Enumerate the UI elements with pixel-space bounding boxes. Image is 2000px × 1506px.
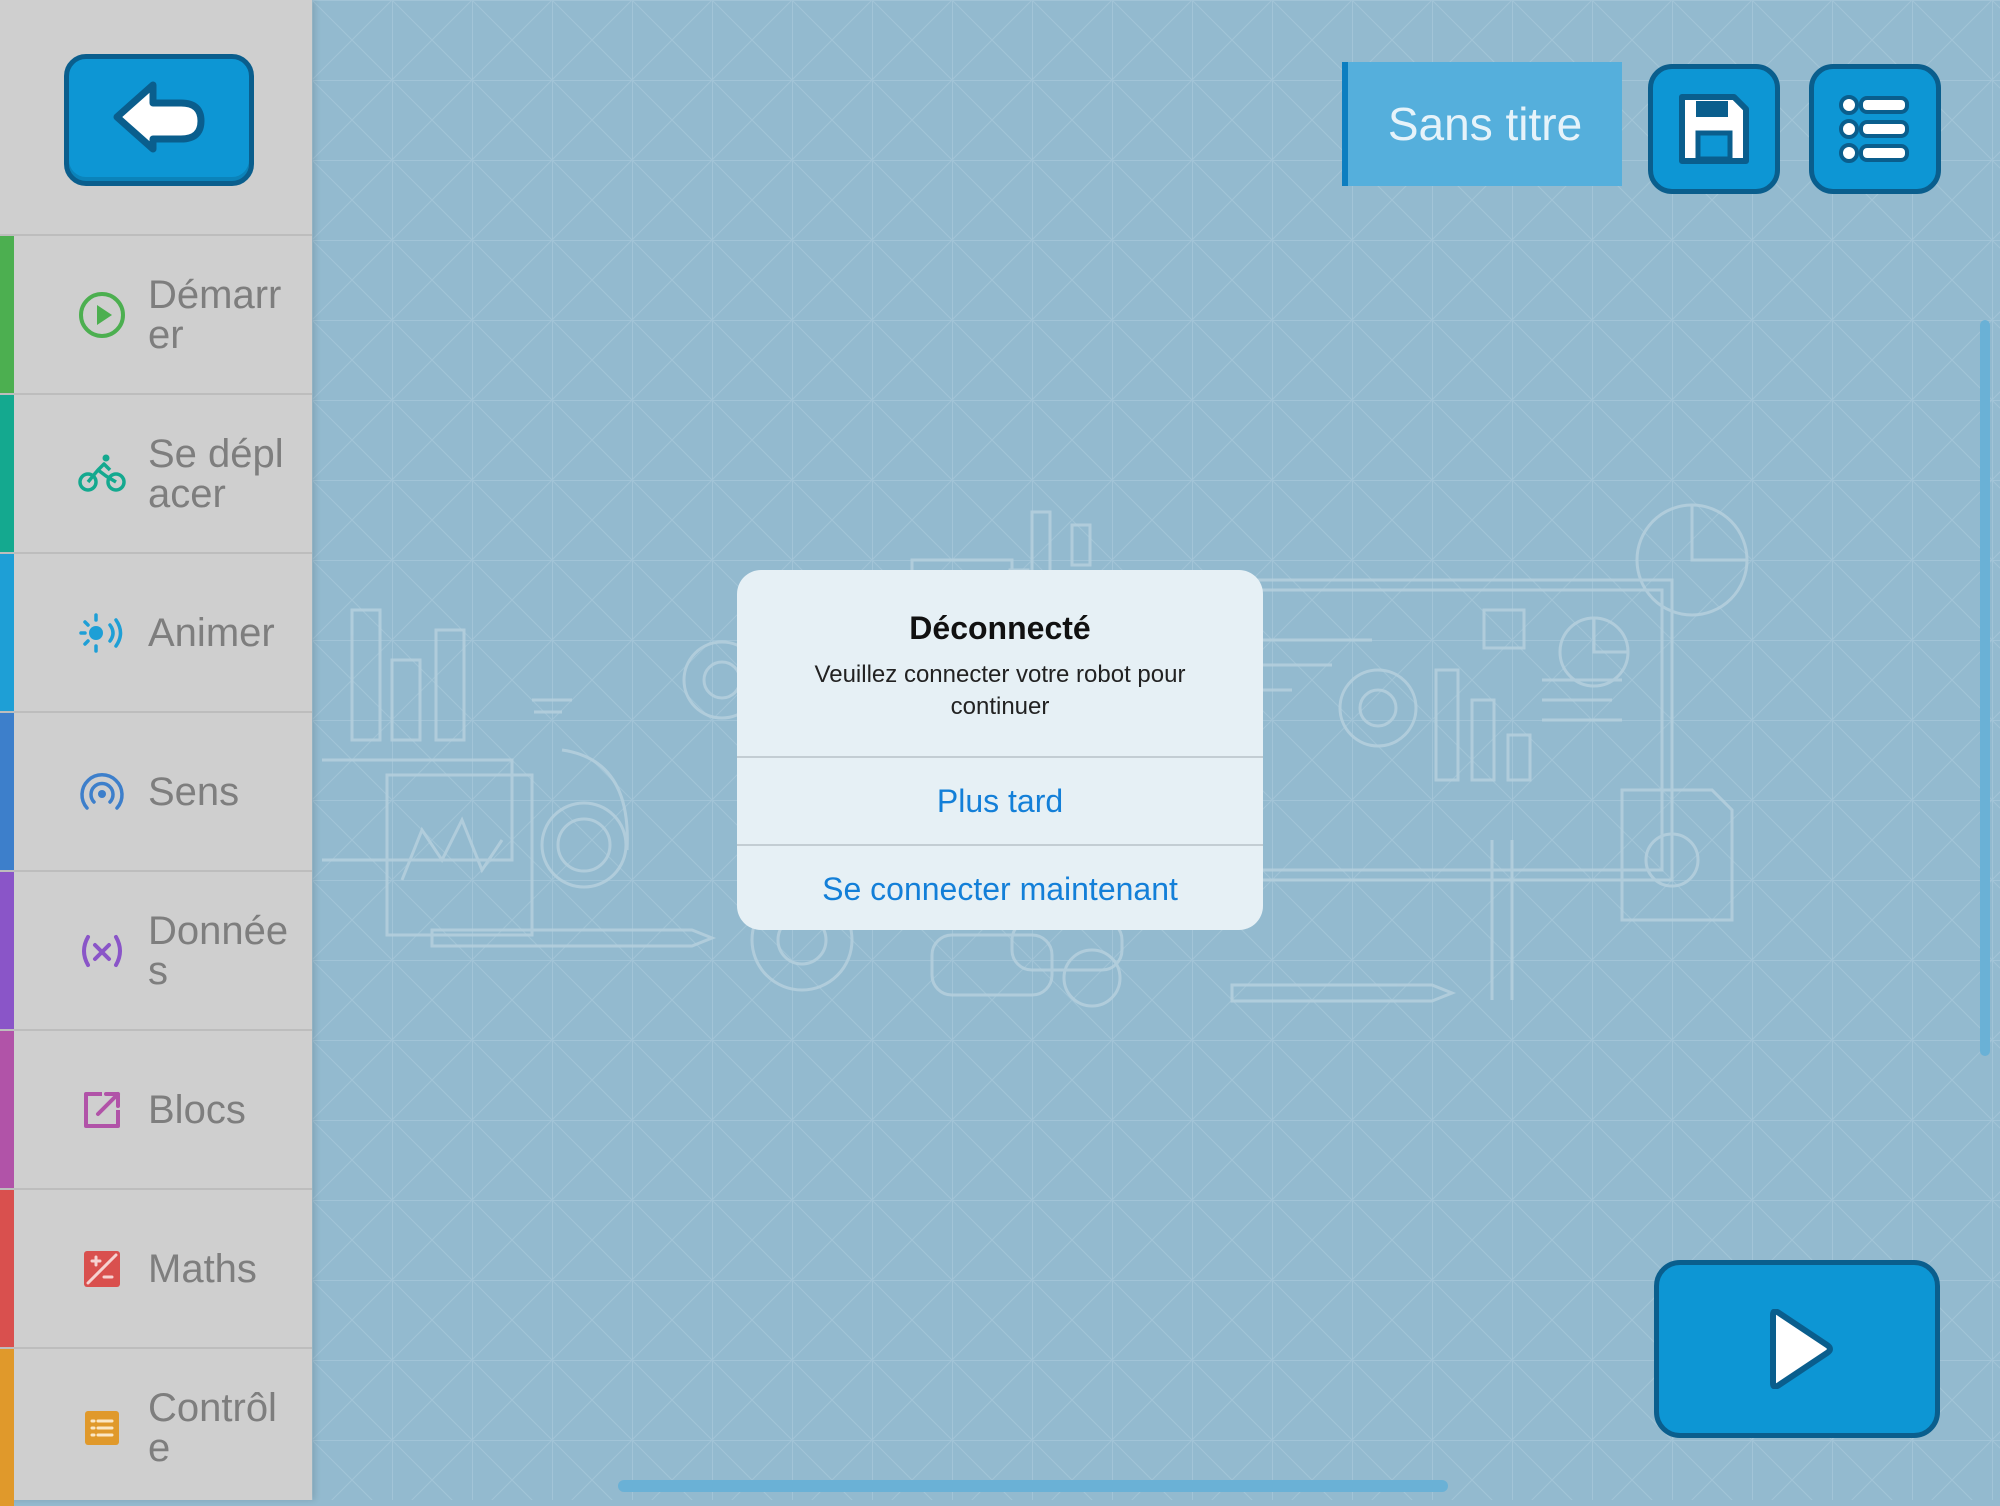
sidebar-item-label: Contrôle xyxy=(148,1385,277,1470)
vertical-scrollbar[interactable] xyxy=(1980,320,1990,1056)
dialog-message: Veuillez connecter votre robot pour cont… xyxy=(814,661,1186,720)
category-color-stripe xyxy=(0,1190,14,1347)
horizontal-scrollbar[interactable] xyxy=(618,1480,1448,1492)
category-color-stripe xyxy=(0,713,14,870)
sidebar-item-donnees[interactable]: Données xyxy=(0,870,312,1029)
sidebar-item-controle[interactable]: Contrôle xyxy=(0,1347,312,1506)
variable-icon xyxy=(82,934,122,967)
sidebar-item-label: Blocs xyxy=(148,1087,246,1132)
bicycle-icon xyxy=(78,454,126,492)
category-color-stripe xyxy=(0,395,14,552)
sidebar-item-animer[interactable]: Animer xyxy=(0,552,312,711)
sidebar-item-label: Se déplacer xyxy=(148,431,284,516)
sidebar-item-demarrer[interactable]: Démarrer xyxy=(0,234,312,393)
dialog-title: Déconnecté xyxy=(909,610,1091,646)
category-color-stripe xyxy=(0,872,14,1029)
later-button[interactable]: Plus tard xyxy=(737,756,1263,844)
sensor-signal-icon xyxy=(80,772,124,810)
sidebar-item-sens[interactable]: Sens xyxy=(0,711,312,870)
save-button[interactable] xyxy=(1648,64,1780,194)
sidebar: Démarrer Se déplacer Animer Sens Données… xyxy=(0,0,312,1506)
category-color-stripe xyxy=(0,1031,14,1188)
sidebar-item-se-deplacer[interactable]: Se déplacer xyxy=(0,393,312,552)
sidebar-item-label: Maths xyxy=(148,1246,257,1291)
menu-button[interactable] xyxy=(1809,64,1941,194)
disconnected-alert-dialog: Déconnecté Veuillez connecter votre robo… xyxy=(737,570,1263,930)
category-list: Démarrer Se déplacer Animer Sens Données… xyxy=(0,234,312,1506)
category-color-stripe xyxy=(0,1349,14,1506)
list-menu-icon xyxy=(1839,95,1909,163)
sidebar-item-label: Démarrer xyxy=(148,272,282,357)
connect-now-button[interactable]: Se connecter maintenant xyxy=(737,844,1263,930)
play-circle-icon xyxy=(79,291,125,338)
project-title-field[interactable]: Sans titre xyxy=(1342,62,1622,186)
category-color-stripe xyxy=(0,554,14,711)
back-arrow-icon xyxy=(113,81,205,153)
sidebar-item-blocs[interactable]: Blocs xyxy=(0,1029,312,1188)
external-link-icon xyxy=(84,1091,120,1128)
back-button[interactable] xyxy=(64,54,254,186)
light-sound-icon xyxy=(79,612,123,653)
sidebar-item-maths[interactable]: Maths xyxy=(0,1188,312,1347)
sidebar-item-label: Sens xyxy=(148,769,240,814)
category-color-stripe xyxy=(0,236,14,393)
play-icon xyxy=(1770,1309,1833,1389)
floppy-disk-icon xyxy=(1679,94,1749,164)
list-icon xyxy=(85,1410,119,1445)
sidebar-item-label: Données xyxy=(148,908,289,993)
sidebar-item-label: Animer xyxy=(148,610,275,655)
run-program-button[interactable] xyxy=(1654,1260,1940,1438)
plus-minus-icon xyxy=(84,1250,120,1287)
